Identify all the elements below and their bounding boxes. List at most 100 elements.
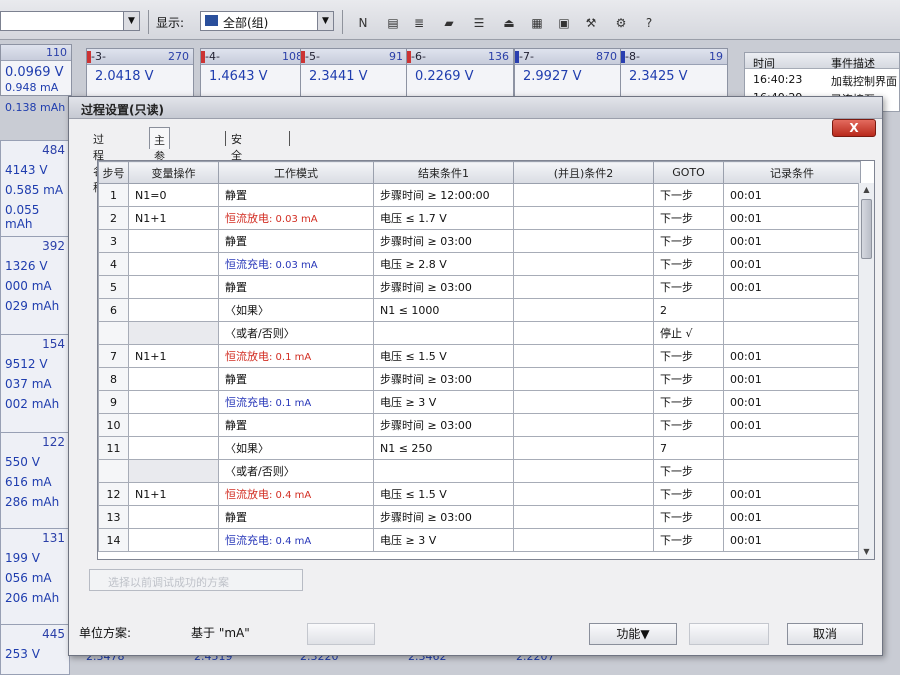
cell-end-cond1[interactable]: 电压 ≥ 3 V [373,528,514,552]
tools-icon[interactable]: ⚒ [582,15,600,31]
cell-end-cond1[interactable]: 步骤时间 ≥ 03:00 [373,229,514,253]
vertical-scrollbar[interactable]: ▲ ▼ [858,183,874,559]
cell-goto[interactable]: 下一步 [653,528,724,552]
cell-end-cond1[interactable]: 步骤时间 ≥ 12:00:00 [373,183,514,207]
cell-mode[interactable]: 恒流放电: 0.1 mA [218,344,374,368]
cell-end-cond1[interactable]: 步骤时间 ≥ 03:00 [373,505,514,529]
cell-variable[interactable]: N1+1 [128,344,219,368]
cell-record[interactable]: 00:01 [723,413,861,437]
cell-record[interactable] [723,436,861,460]
folder-icon[interactable]: ▰ [440,15,458,31]
cell-end-cond1[interactable]: 电压 ≤ 1.7 V [373,206,514,230]
cell-record[interactable]: 00:01 [723,390,861,414]
cell-mode[interactable]: 恒流充电: 0.1 mA [218,390,374,414]
list-icon[interactable]: ≣ [410,15,428,31]
cell-cond2[interactable] [513,390,654,414]
cell-variable[interactable]: N1=0 [128,183,219,207]
cell-record[interactable]: 00:01 [723,505,861,529]
cell-goto[interactable]: 下一步 [653,275,724,299]
cell-end-cond1[interactable]: 步骤时间 ≥ 03:00 [373,367,514,391]
cell-mode[interactable]: 〈如果〉 [218,436,374,460]
cell-cond2[interactable] [513,275,654,299]
load-previous-plan-button[interactable]: 选择以前调试成功的方案 [89,569,303,591]
left-channel-cell[interactable]: 154 9512 V 037 mA 002 mAh [0,334,70,434]
cell-mode[interactable]: 静置 [218,367,374,391]
channel-card[interactable]: -8- 19 2.3425 V [620,48,728,100]
table-row[interactable]: 9 恒流充电: 0.1 mA 电压 ≥ 3 V 下一步 00:01 [98,390,861,414]
left-channel-cell[interactable]: 131 199 V 056 mA 206 mAh [0,528,70,628]
cell-end-cond1[interactable]: N1 ≤ 1000 [373,298,514,322]
left-channel-cell[interactable]: 484 4143 V 0.585 mA 0.055 mAh [0,140,70,240]
cell-variable[interactable] [128,252,219,276]
cell-cond2[interactable] [513,183,654,207]
cell-goto[interactable]: 下一步 [653,413,724,437]
cell-step[interactable]: 1 [98,183,129,207]
cell-record[interactable] [723,298,861,322]
table-row[interactable]: 10 静置 步骤时间 ≥ 03:00 下一步 00:01 [98,413,861,437]
cell-step[interactable]: 3 [98,229,129,253]
col-mode[interactable]: 工作模式 [218,161,374,184]
cell-end-cond1[interactable]: N1 ≤ 250 [373,436,514,460]
cell-variable[interactable] [128,275,219,299]
cell-mode[interactable]: 静置 [218,229,374,253]
table-row[interactable]: 1 N1=0 静置 步骤时间 ≥ 12:00:00 下一步 00:01 [98,183,861,207]
cell-record[interactable]: 00:01 [723,183,861,207]
cell-cond2[interactable] [513,206,654,230]
cell-step[interactable] [98,459,129,483]
image-icon[interactable]: ▣ [555,15,573,31]
cell-step[interactable]: 11 [98,436,129,460]
cell-cond2[interactable] [513,528,654,552]
cell-goto[interactable]: 下一步 [653,183,724,207]
cell-variable[interactable] [128,367,219,391]
cell-variable[interactable] [128,436,219,460]
cell-step[interactable]: 6 [98,298,129,322]
scroll-thumb[interactable] [861,199,872,259]
col-record[interactable]: 记录条件 [723,161,861,184]
cell-end-cond1[interactable]: 电压 ≤ 1.5 V [373,482,514,506]
settings-icon[interactable]: ⚙ [612,15,630,31]
tab-process-name[interactable]: 过程名称 [89,127,108,194]
cell-end-cond1[interactable]: 电压 ≤ 1.5 V [373,344,514,368]
n1-icon[interactable]: N [354,15,372,31]
channel-card[interactable]: -3- 270 2.0418 V [86,48,194,100]
col-variable[interactable]: 变量操作 [128,161,219,184]
cell-goto[interactable]: 2 [653,298,724,322]
disabled-button[interactable] [307,623,375,645]
help-icon[interactable]: ? [640,15,658,31]
cell-cond2[interactable] [513,298,654,322]
scroll-down-icon[interactable]: ▼ [859,545,874,559]
tab-main-params[interactable]: 主参数设置 [149,127,170,211]
cell-goto[interactable]: 下一步 [653,229,724,253]
cell-variable[interactable] [128,505,219,529]
cell-end-cond1[interactable]: 电压 ≥ 2.8 V [373,252,514,276]
table-row[interactable]: 14 恒流充电: 0.4 mA 电压 ≥ 3 V 下一步 00:01 [98,528,861,552]
cell-record[interactable]: 00:01 [723,482,861,506]
col-cond2[interactable]: (并且)条件2 [513,161,654,184]
left-channel-cell[interactable]: 445 253 V [0,624,70,675]
cell-cond2[interactable] [513,459,654,483]
table-row[interactable]: 13 静置 步骤时间 ≥ 03:00 下一步 00:01 [98,505,861,529]
cell-end-cond1[interactable]: 步骤时间 ≥ 03:00 [373,275,514,299]
cell-record[interactable]: 00:01 [723,367,861,391]
cell-cond2[interactable] [513,482,654,506]
table-row[interactable]: 〈或者/否则〉 下一步 [98,459,861,483]
table-row[interactable]: 8 静置 步骤时间 ≥ 03:00 下一步 00:01 [98,367,861,391]
cell-step[interactable]: 9 [98,390,129,414]
cell-goto[interactable]: 下一步 [653,252,724,276]
cell-mode[interactable]: 恒流充电: 0.4 mA [218,528,374,552]
cell-record[interactable]: 00:01 [723,344,861,368]
table-row[interactable]: 12 N1+1 恒流放电: 0.4 mA 电压 ≤ 1.5 V 下一步 00:01 [98,482,861,506]
cell-cond2[interactable] [513,413,654,437]
cell-step[interactable]: 8 [98,367,129,391]
cell-mode[interactable]: 静置 [218,413,374,437]
table-row[interactable]: 11 〈如果〉 N1 ≤ 250 7 [98,436,861,460]
cell-variable[interactable] [128,459,219,483]
cell-goto[interactable]: 下一步 [653,390,724,414]
table-row[interactable]: 4 恒流充电: 0.03 mA 电压 ≥ 2.8 V 下一步 00:01 [98,252,861,276]
cell-record[interactable]: 00:01 [723,229,861,253]
cell-variable[interactable] [128,229,219,253]
cell-cond2[interactable] [513,321,654,345]
channel-card[interactable]: -7- 870 2.9927 V [514,48,622,100]
cell-variable[interactable] [128,413,219,437]
table-row[interactable]: 5 静置 步骤时间 ≥ 03:00 下一步 00:01 [98,275,861,299]
